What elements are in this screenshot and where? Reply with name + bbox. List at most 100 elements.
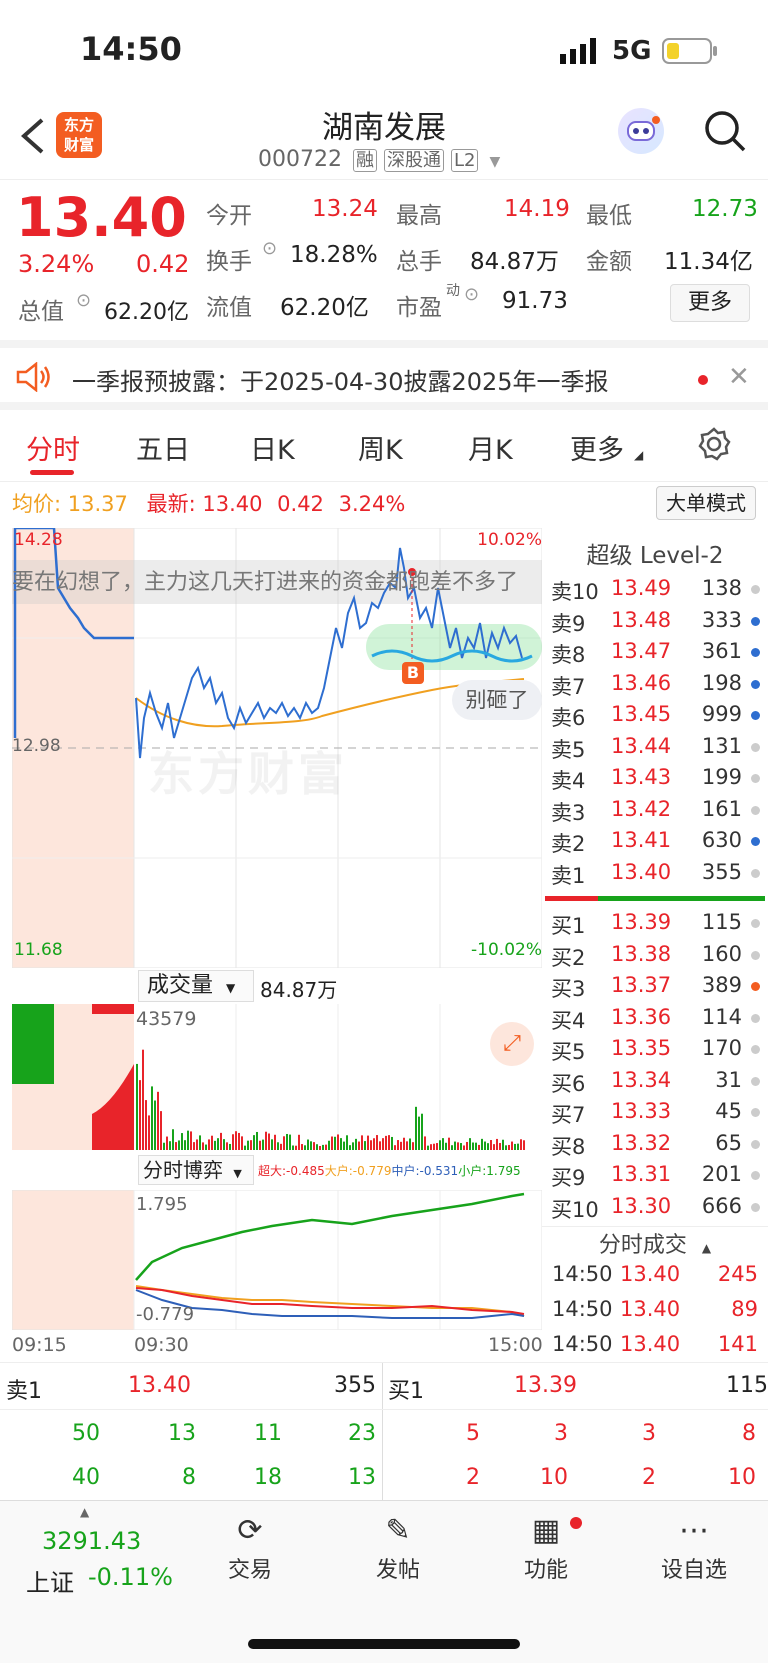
close-icon[interactable]: ✕ <box>728 362 750 392</box>
buy-row[interactable]: 买1 13.39 115 <box>545 908 768 939</box>
tab-monthly-k[interactable]: 月K <box>468 428 513 467</box>
robot-avatar-icon[interactable] <box>618 108 664 154</box>
tab-daily-k[interactable]: 日K <box>250 428 295 467</box>
settings-icon[interactable] <box>696 426 732 466</box>
caret-down-icon: ▼ <box>233 1167 242 1180</box>
nav-post[interactable]: ✎ 发帖 <box>328 1513 468 1584</box>
sell-row[interactable]: 卖9 13.48 333 <box>545 606 768 637</box>
order-level: 卖8 <box>551 643 586 667</box>
buy-row[interactable]: 买4 13.36 114 <box>545 1003 768 1034</box>
chat-bubble[interactable]: 别砸了 <box>452 680 542 720</box>
time-end: 15:00 <box>488 1334 543 1356</box>
order-price: 13.46 <box>611 670 672 695</box>
turnover-value: 18.28% <box>290 242 378 268</box>
notice-bar[interactable]: 一季报预披露：于2025-04-30披露2025年一季报 ✕ <box>0 340 768 410</box>
index-name[interactable]: 上证 <box>26 1563 74 1598</box>
volume-bar <box>337 1134 339 1150</box>
volume-bar <box>289 1134 291 1150</box>
tab-intraday[interactable]: 分时 <box>26 428 80 467</box>
trade-row: 14:50 13.40 245 <box>548 1262 768 1297</box>
y-axis-top: 14.28 <box>14 530 63 550</box>
order-dot <box>751 711 760 720</box>
sell-row[interactable]: 卖7 13.46 198 <box>545 669 768 700</box>
buy-row[interactable]: 买8 13.32 65 <box>545 1129 768 1160</box>
buy-row[interactable]: 买9 13.31 201 <box>545 1160 768 1191</box>
buy-row[interactable]: 买10 13.30 666 <box>545 1192 768 1223</box>
volume-bar <box>436 1143 438 1150</box>
tab-five-day[interactable]: 五日 <box>136 428 190 467</box>
sell-row[interactable]: 卖10 13.49 138 <box>545 574 768 605</box>
expand-icon[interactable]: ⤢ <box>490 1022 534 1066</box>
volume-bar <box>238 1132 240 1150</box>
turnover-label: 换手 <box>206 249 252 275</box>
volume-bar <box>217 1138 219 1150</box>
volume-bar <box>346 1135 348 1150</box>
sell-row[interactable]: 卖6 13.45 999 <box>545 700 768 731</box>
search-icon[interactable] <box>702 108 748 158</box>
sell-row[interactable]: 卖1 13.40 355 <box>545 858 768 889</box>
buy-row[interactable]: 买3 13.37 389 <box>545 971 768 1002</box>
watermark-logo: 东方财富 <box>148 747 348 801</box>
nav-add-watchlist[interactable]: ⋯ 设自选 <box>624 1513 764 1584</box>
info-icon[interactable]: ⊙ <box>262 238 277 259</box>
speaker-icon <box>16 361 54 396</box>
sell-row[interactable]: 卖4 13.43 199 <box>545 763 768 794</box>
avg-value: 13.37 <box>67 492 128 516</box>
volume-bar <box>382 1138 384 1150</box>
intraday-chart[interactable]: 要在幻想了，主力这几天打进来的资金都跑差不多了 14.28 12.98 11.6… <box>12 528 542 968</box>
volume-bar <box>475 1142 477 1150</box>
index-change[interactable]: -0.11% <box>88 1563 173 1591</box>
game-dropdown[interactable]: 分时博弈 ▼ <box>138 1155 254 1185</box>
level2-title[interactable]: 超级 Level-2 <box>542 536 768 570</box>
volume-bar <box>310 1141 312 1150</box>
open-value: 13.24 <box>312 196 378 222</box>
buy-row[interactable]: 买2 13.38 160 <box>545 940 768 971</box>
volume-label: 成交量 <box>147 973 214 998</box>
avg-label: 均价: <box>12 492 62 516</box>
info-icon[interactable]: ⊙ <box>76 290 91 311</box>
game-chart: 1.795 -0.779 <box>12 1190 542 1330</box>
volume-bar <box>229 1143 231 1150</box>
volume-label: 总手 <box>396 249 442 275</box>
high-label: 最高 <box>396 203 442 229</box>
info-icon[interactable]: ⊙ <box>464 284 479 305</box>
buy-row[interactable]: 买5 13.35 170 <box>545 1034 768 1065</box>
more-button[interactable]: 更多 <box>670 284 750 322</box>
volume-bar <box>166 1136 168 1150</box>
big-order-mode-button[interactable]: 大单模式 <box>656 486 756 520</box>
latest-pct: 3.24% <box>338 492 406 516</box>
order-volume: 138 <box>701 576 742 600</box>
order-dot <box>751 774 760 783</box>
sell-row[interactable]: 卖2 13.41 630 <box>545 826 768 857</box>
amount-value: 11.34亿 <box>664 249 753 275</box>
trades-header[interactable]: 分时成交 ▲ <box>542 1226 768 1259</box>
buy-row[interactable]: 买6 13.34 31 <box>545 1066 768 1097</box>
nav-functions[interactable]: ▦ 功能 <box>476 1513 616 1584</box>
queue-cell: 11 <box>254 1421 282 1446</box>
queue-cell: 5 <box>466 1421 480 1446</box>
buy-row[interactable]: 买7 13.33 45 <box>545 1097 768 1128</box>
tab-more[interactable]: 更多 <box>570 428 624 467</box>
stock-code-row: 000722 融 深股通 L2 ▼ <box>258 146 500 172</box>
volume-bar <box>226 1142 228 1150</box>
order-dot <box>751 585 760 594</box>
sell-row[interactable]: 卖3 13.42 161 <box>545 795 768 826</box>
order-level: 买4 <box>551 1008 586 1033</box>
game-label: 分时博弈 <box>143 1158 223 1182</box>
volume-bar <box>187 1130 189 1150</box>
sell-row[interactable]: 卖8 13.47 361 <box>545 637 768 668</box>
danmaku-comment[interactable]: 要在幻想了，主力这几天打进来的资金都跑差不多了 <box>12 564 542 596</box>
queue-cell: 3 <box>642 1421 656 1446</box>
dropdown-icon[interactable]: ▼ <box>489 154 500 170</box>
order-dot <box>751 742 760 752</box>
nav-trade[interactable]: ⟳ 交易 <box>180 1513 320 1584</box>
index-value[interactable]: 3291.43 <box>42 1527 141 1555</box>
order-volume: 666 <box>701 1193 742 1218</box>
buy-marker[interactable]: B <box>402 662 424 684</box>
volume-bar <box>394 1145 396 1150</box>
volume-bar <box>445 1142 447 1150</box>
volume-dropdown[interactable]: 成交量 ▼ <box>138 970 254 1002</box>
sell-row[interactable]: 卖5 13.44 131 <box>545 732 768 763</box>
volume-bar <box>274 1134 276 1150</box>
tab-weekly-k[interactable]: 周K <box>358 428 403 467</box>
